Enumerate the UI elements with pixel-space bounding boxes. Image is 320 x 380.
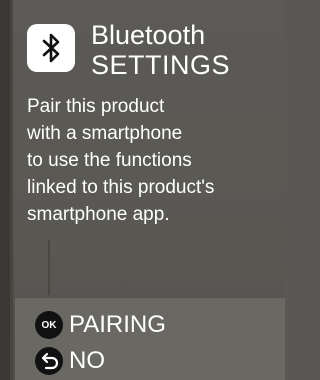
description-line: smartphone app.: [27, 204, 170, 225]
left-bezel: [0, 0, 10, 380]
description-line: linked to this product's: [27, 177, 215, 198]
description-text: Pair this product with a smartphone to u…: [27, 93, 282, 228]
settings-screen: Bluetooth SETTINGS Pair this product wit…: [0, 0, 285, 380]
bluetooth-icon: [27, 24, 75, 72]
description-line: with a smartphone: [27, 123, 183, 144]
pairing-label: PAIRING: [69, 311, 166, 338]
description-line: Pair this product: [27, 96, 165, 117]
back-arrow-icon: [35, 347, 63, 375]
ok-button-icon: OK: [35, 311, 63, 339]
description-line: to use the functions: [27, 150, 192, 171]
no-label: NO: [69, 347, 105, 374]
pairing-button[interactable]: OK PAIRING: [35, 308, 166, 342]
left-bezel-edge: [10, 0, 13, 380]
page-subtitle: SETTINGS: [91, 50, 231, 80]
page-title: Bluetooth: [91, 20, 206, 50]
action-bar: OK PAIRING NO: [15, 298, 285, 380]
no-button[interactable]: NO: [35, 344, 105, 378]
divider: [48, 240, 50, 295]
screen-header: Bluetooth SETTINGS: [27, 20, 282, 82]
